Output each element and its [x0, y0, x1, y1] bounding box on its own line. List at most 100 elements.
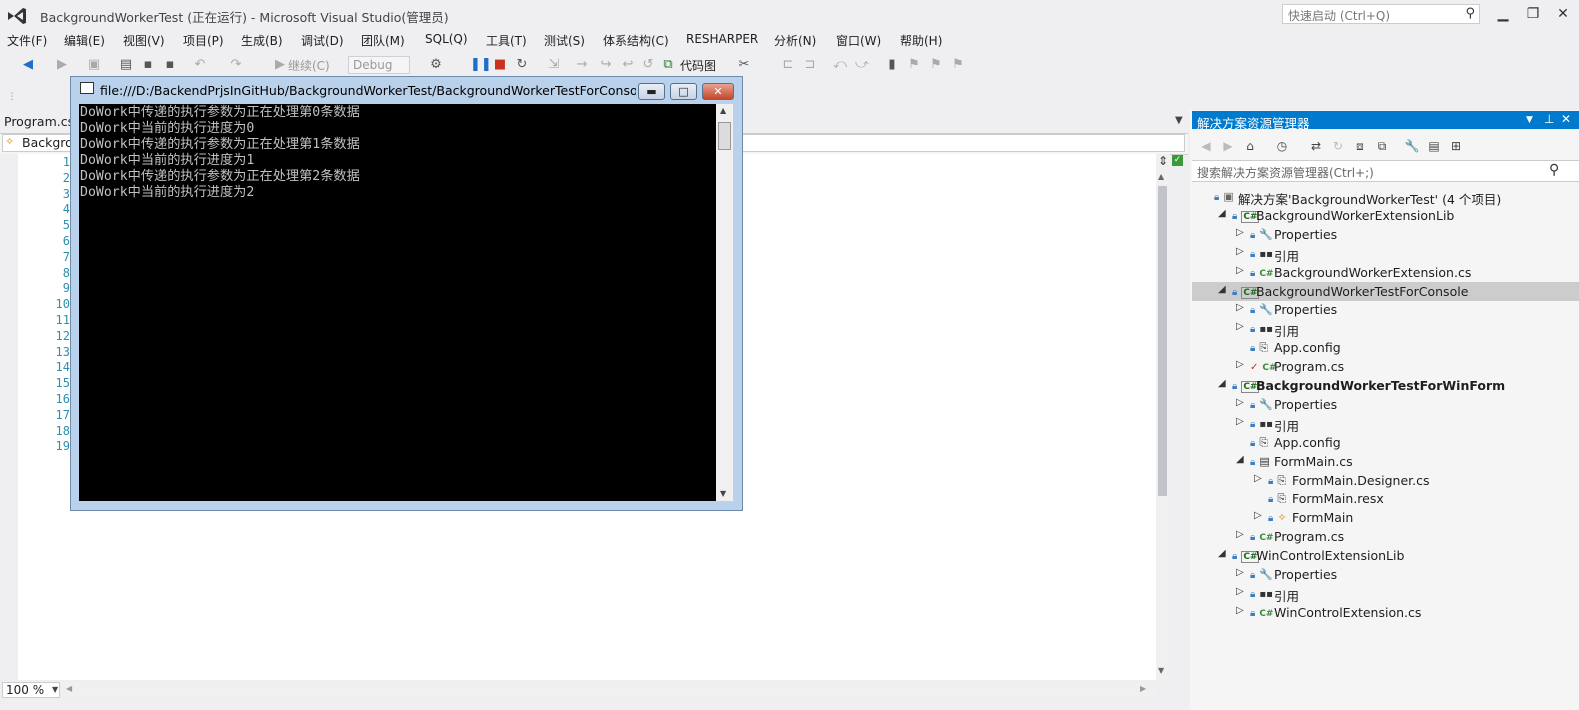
forward-icon[interactable]: ▶ — [54, 56, 70, 74]
expanded-arrow-icon[interactable]: ◢ — [1218, 208, 1226, 219]
panel-dropdown-icon[interactable]: ▼ — [1526, 115, 1533, 125]
properties-node[interactable]: ▷ 🔒︎ 🔧 Properties — [1192, 225, 1579, 244]
close-button[interactable]: ✕ — [1550, 4, 1576, 24]
editor-horizontal-scrollbar[interactable] — [62, 682, 1156, 696]
show-next-statement-icon[interactable]: ⇲ — [546, 56, 562, 74]
collapsed-arrow-icon[interactable]: ▷ — [1236, 586, 1244, 597]
menu-architecture[interactable]: 体系结构(C) — [603, 32, 669, 49]
prev-bookmark-icon[interactable]: ⤺ — [832, 56, 848, 74]
se-forward-icon[interactable]: ▶ — [1220, 138, 1236, 154]
scroll-down-icon[interactable]: ▼ — [1158, 666, 1164, 675]
file-node[interactable]: ▷ ✓ C# Program.cs — [1192, 357, 1579, 376]
console-scroll-thumb[interactable] — [718, 122, 731, 150]
collapsed-arrow-icon[interactable]: ▷ — [1236, 265, 1244, 276]
collapsed-arrow-icon[interactable]: ▷ — [1236, 529, 1244, 540]
menu-build[interactable]: 生成(B) — [241, 32, 283, 49]
collapsed-arrow-icon[interactable]: ▷ — [1236, 246, 1244, 257]
properties-icon[interactable]: 🔧 — [1404, 138, 1420, 154]
menu-resharper[interactable]: RESHARPER — [686, 32, 758, 46]
project-node[interactable]: ◢ 🔒︎ C# BackgroundWorkerTestForConsole — [1192, 281, 1579, 301]
menu-test[interactable]: 测试(S) — [544, 32, 585, 49]
undo-icon[interactable]: ↶ — [192, 56, 208, 74]
minimize-button[interactable]: ▁ — [1490, 4, 1516, 24]
file-node[interactable]: 🔒︎ ⎘ App.config — [1192, 338, 1579, 357]
bookmark-icon[interactable]: ▮ — [884, 56, 900, 74]
bookmark-next-icon[interactable]: ⚑ — [928, 56, 944, 74]
collapsed-arrow-icon[interactable]: ▷ — [1236, 416, 1244, 427]
collapsed-arrow-icon[interactable]: ▷ — [1236, 567, 1244, 578]
bookmark-clear-icon[interactable]: ⚑ — [950, 56, 966, 74]
editor-scroll-thumb[interactable] — [1158, 186, 1167, 496]
search-icon[interactable]: ⚲ — [1549, 162, 1559, 178]
next-bookmark-icon[interactable]: ⤻ — [854, 56, 870, 74]
file-node[interactable]: ▷ 🔒︎ C# BackgroundWorkerExtension.cs — [1192, 263, 1579, 282]
project-node[interactable]: ◢ 🔒︎ C# WinControlExtensionLib — [1192, 546, 1579, 565]
project-node[interactable]: ◢ 🔒︎ C# BackgroundWorkerTestForWinForm — [1192, 376, 1579, 395]
solution-node[interactable]: 🔒︎ ▣ 解决方案'BackgroundWorkerTest' (4 个项目) — [1192, 187, 1579, 207]
code-map-button[interactable]: 代码图 — [680, 57, 716, 74]
preview-icon[interactable]: ▤ — [1426, 138, 1442, 154]
project-node[interactable]: ◢ 🔒︎ C# BackgroundWorkerExtensionLib — [1192, 206, 1579, 225]
attach-icon[interactable]: ⚙ — [428, 56, 444, 74]
sync-icon[interactable]: ⇄ — [1308, 138, 1324, 154]
save-icon[interactable]: ▪ — [140, 56, 156, 74]
console-scroll-up-icon[interactable]: ▲ — [720, 106, 726, 115]
expanded-arrow-icon[interactable]: ◢ — [1218, 284, 1226, 295]
bookmark-prev-icon[interactable]: ⚑ — [906, 56, 922, 74]
collapsed-arrow-icon[interactable]: ▷ — [1236, 605, 1244, 616]
menu-tools[interactable]: 工具(T) — [486, 32, 527, 49]
console-maximize-button[interactable]: □ — [670, 83, 697, 100]
file-node[interactable]: ◢ 🔒︎ ▤ FormMain.cs — [1192, 452, 1579, 471]
menu-sql[interactable]: SQL(Q) — [425, 32, 468, 46]
expanded-arrow-icon[interactable]: ◢ — [1218, 378, 1226, 389]
config-dropdown[interactable]: Debug — [348, 56, 410, 74]
class-node[interactable]: ▷ 🔒︎ ✧ FormMain — [1192, 508, 1579, 527]
pending-changes-icon[interactable]: ◷ — [1274, 138, 1290, 154]
panel-close-icon[interactable]: ✕ — [1561, 112, 1571, 126]
tab-program-cs[interactable]: Program.cs — [4, 114, 74, 129]
step-over-icon[interactable]: ↪ — [598, 56, 614, 74]
scroll-right-icon[interactable]: ▶ — [1140, 684, 1146, 693]
restore-button[interactable]: ❐ — [1520, 4, 1546, 24]
console-minimize-button[interactable]: ▬ — [638, 83, 665, 100]
collapsed-arrow-icon[interactable]: ▷ — [1236, 397, 1244, 408]
references-node[interactable]: ▷ 🔒︎ ▪▪ 引用 — [1192, 414, 1579, 434]
scroll-left-icon[interactable]: ◀ — [66, 684, 72, 693]
menu-team[interactable]: 团队(M) — [361, 32, 405, 49]
redo-icon[interactable]: ↷ — [228, 56, 244, 74]
class-diagram-icon[interactable]: ⊞ — [1448, 138, 1464, 154]
references-node[interactable]: ▷ 🔒︎ ▪▪ 引用 — [1192, 319, 1579, 339]
refresh-icon[interactable]: ↻ — [1330, 138, 1346, 154]
menu-help[interactable]: 帮助(H) — [900, 32, 942, 49]
pause-icon[interactable]: ❚❚ — [470, 56, 492, 74]
collapse-all-icon[interactable]: ⧈ — [1352, 138, 1368, 154]
scroll-up-icon[interactable]: ▲ — [1158, 172, 1164, 181]
file-node[interactable]: 🔒︎ ⎘ FormMain.resx — [1192, 489, 1579, 508]
file-node[interactable]: ▷ 🔒︎ C# WinControlExtension.cs — [1192, 603, 1579, 622]
uncomment-icon[interactable]: ⊐ — [802, 56, 818, 74]
file-node[interactable]: ▷ 🔒︎ ⎘ FormMain.Designer.cs — [1192, 471, 1579, 490]
file-node[interactable]: ▷ 🔒︎ C# Program.cs — [1192, 527, 1579, 546]
console-close-button[interactable]: ✕ — [702, 83, 734, 100]
debug-tools-icon[interactable]: ✂ — [736, 56, 752, 74]
continue-icon[interactable]: ▶ — [272, 56, 288, 74]
code-map-icon[interactable]: ⧉ — [660, 56, 676, 74]
split-icon[interactable]: ⇕ — [1158, 154, 1168, 168]
continue-button[interactable]: 继续(C) — [288, 57, 330, 74]
se-back-icon[interactable]: ◀ — [1198, 138, 1214, 154]
references-node[interactable]: ▷ 🔒︎ ▪▪ 引用 — [1192, 244, 1579, 264]
open-file-icon[interactable]: ▤ — [118, 56, 134, 74]
menu-file[interactable]: 文件(F) — [7, 32, 47, 49]
tab-list-dropdown-icon[interactable]: ▼ — [1175, 115, 1183, 126]
new-project-icon[interactable]: ▣ — [86, 56, 102, 74]
show-all-files-icon[interactable]: ⧉ — [1374, 138, 1390, 154]
step-out-icon[interactable]: ↩ — [620, 56, 636, 74]
menu-view[interactable]: 视图(V) — [123, 32, 165, 49]
expanded-arrow-icon[interactable]: ◢ — [1218, 548, 1226, 559]
collapsed-arrow-icon[interactable]: ▷ — [1254, 473, 1262, 484]
collapsed-arrow-icon[interactable]: ▷ — [1236, 302, 1244, 313]
restart-icon[interactable]: ↻ — [514, 56, 530, 74]
menu-edit[interactable]: 编辑(E) — [64, 32, 105, 49]
save-all-icon[interactable]: ▪ — [162, 56, 178, 74]
menu-debug[interactable]: 调试(D) — [301, 32, 344, 49]
